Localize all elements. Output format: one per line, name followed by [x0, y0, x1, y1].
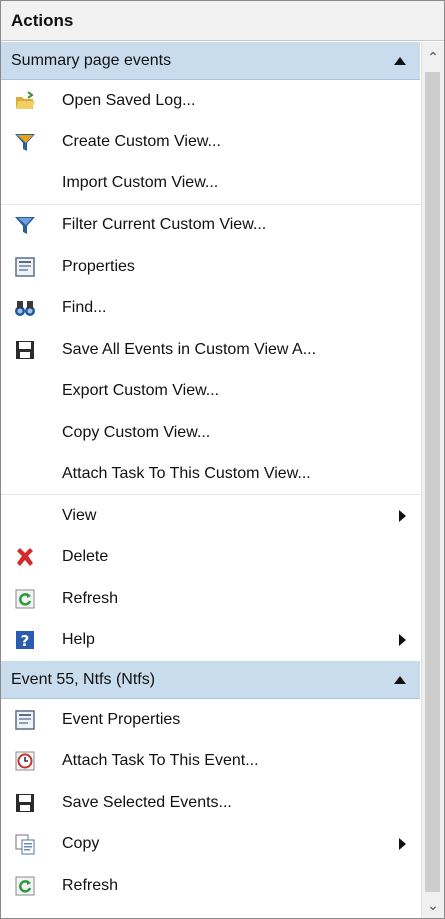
funnel-star-icon: [14, 131, 36, 153]
binoculars-icon: [14, 297, 36, 319]
section-header-summary-page-events[interactable]: Summary page events: [1, 42, 420, 80]
refresh-icon: [14, 875, 36, 897]
properties-icon: [14, 709, 36, 731]
help-icon: ?: [14, 629, 36, 651]
open-folder-icon: [14, 90, 36, 112]
svg-text:?: ?: [21, 632, 30, 650]
action-copy-custom-view[interactable]: Copy Custom View...: [1, 412, 420, 454]
action-create-custom-view[interactable]: Create Custom View...: [1, 122, 420, 164]
action-help[interactable]: ? Help: [1, 620, 420, 662]
action-save-selected-events[interactable]: Save Selected Events...: [1, 782, 420, 824]
refresh-icon: [14, 588, 36, 610]
filter-icon: [14, 214, 36, 236]
save-icon: [14, 339, 36, 361]
vertical-scrollbar[interactable]: ⌃ ⌄: [421, 42, 444, 918]
section-header-label: Summary page events: [11, 51, 172, 69]
task-clock-icon: [14, 750, 36, 772]
scroll-thumb[interactable]: [425, 72, 440, 892]
action-event-properties[interactable]: Event Properties: [1, 699, 420, 741]
action-import-custom-view[interactable]: Import Custom View...: [1, 163, 420, 205]
scroll-down-arrow-icon[interactable]: ⌄: [422, 894, 444, 916]
action-filter-current-custom-view[interactable]: Filter Current Custom View...: [1, 205, 420, 247]
actions-content: Summary page events Open Saved Log... Cr…: [1, 42, 420, 918]
section-header-label: Event 55, Ntfs (Ntfs): [11, 670, 156, 688]
properties-icon: [14, 256, 36, 278]
action-open-saved-log[interactable]: Open Saved Log...: [1, 80, 420, 122]
action-delete[interactable]: Delete: [1, 537, 420, 579]
action-view[interactable]: View: [1, 495, 420, 537]
copy-icon: [14, 833, 36, 855]
action-properties[interactable]: Properties: [1, 246, 420, 288]
action-export-custom-view[interactable]: Export Custom View...: [1, 371, 420, 413]
action-refresh-event[interactable]: Refresh: [1, 865, 420, 907]
actions-pane: Actions Summary page events Open Saved L…: [0, 0, 445, 919]
collapse-arrow-icon[interactable]: [394, 675, 406, 684]
save-icon: [14, 792, 36, 814]
action-attach-task-to-event[interactable]: Attach Task To This Event...: [1, 741, 420, 783]
collapse-arrow-icon[interactable]: [394, 56, 406, 65]
action-copy[interactable]: Copy: [1, 824, 420, 866]
action-save-all-events[interactable]: Save All Events in Custom View A...: [1, 329, 420, 371]
action-attach-task-to-custom-view[interactable]: Attach Task To This Custom View...: [1, 454, 420, 495]
scroll-up-arrow-icon[interactable]: ⌃: [422, 46, 444, 68]
section-header-event-55[interactable]: Event 55, Ntfs (Ntfs): [1, 661, 420, 699]
submenu-arrow-icon: [399, 509, 406, 522]
submenu-arrow-icon: [399, 838, 406, 851]
delete-x-icon: [14, 546, 36, 568]
actions-title: Actions: [1, 1, 444, 41]
action-refresh[interactable]: Refresh: [1, 578, 420, 620]
action-find[interactable]: Find...: [1, 288, 420, 330]
submenu-arrow-icon: [399, 634, 406, 647]
